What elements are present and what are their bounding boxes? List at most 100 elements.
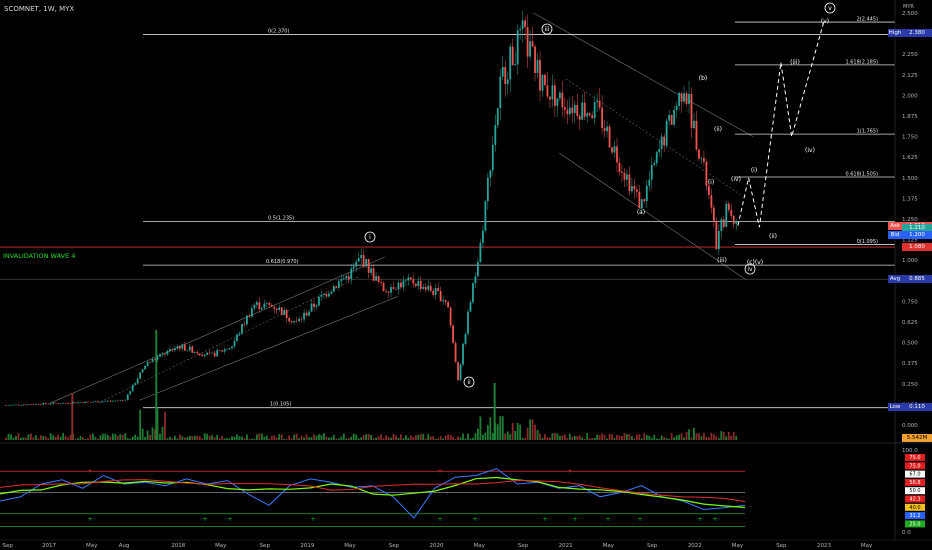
candle-body	[598, 100, 601, 108]
volume-bar	[578, 435, 581, 440]
candle-body	[206, 352, 209, 356]
volume-spike	[493, 383, 496, 440]
candle-body	[74, 402, 77, 404]
candle-body	[417, 281, 420, 287]
volume-bar	[171, 438, 174, 440]
candle-body	[54, 402, 57, 404]
candle-body	[5, 405, 7, 406]
volume-bar	[601, 433, 603, 440]
volume-bar	[730, 435, 733, 440]
volume-bar	[534, 424, 536, 440]
candle-body	[129, 391, 132, 395]
volume-bar	[52, 435, 55, 440]
candle-body	[62, 402, 65, 404]
volume-bar	[402, 438, 405, 440]
wave-label: (i)	[708, 179, 714, 186]
volume-bar	[449, 434, 452, 440]
volume-bar	[357, 438, 360, 440]
candle-body	[397, 282, 400, 290]
volume-bar	[437, 438, 440, 440]
volume-bar	[717, 438, 720, 440]
volume-bar	[265, 435, 268, 440]
candle-body	[387, 291, 390, 293]
volume-bar	[320, 434, 323, 440]
wave-label: (ii)	[769, 233, 777, 240]
candle-body	[325, 293, 328, 297]
volume-bar	[573, 435, 576, 440]
candle-body	[631, 186, 633, 192]
volume-bar	[685, 431, 688, 440]
projection-fib-label: 1.618(2.185)	[845, 59, 878, 65]
symbol-title: SCOMNET, 1W, MYX	[4, 5, 75, 13]
candle-body	[402, 280, 405, 288]
volume-bar	[496, 424, 499, 440]
candle-body	[231, 346, 233, 349]
volume-bar	[119, 434, 122, 440]
candle-body	[509, 46, 512, 80]
volume-bar	[695, 433, 698, 440]
candle-body	[442, 300, 445, 302]
volume-spike	[155, 330, 158, 440]
price-tick-label: 1.000	[902, 258, 918, 264]
volume-bar	[310, 437, 313, 440]
volume-bar	[571, 436, 574, 440]
volume-bar	[442, 438, 445, 440]
volume-bar	[355, 434, 358, 440]
candle-body	[10, 404, 12, 406]
candle-body	[380, 282, 382, 283]
candle-body	[285, 310, 288, 319]
candle-body	[298, 318, 300, 322]
volume-bar	[84, 438, 87, 440]
candle-body	[593, 102, 596, 119]
volume-bar	[491, 433, 494, 440]
time-tick-label: May	[473, 543, 485, 549]
price-tag-label: Ask	[888, 221, 902, 230]
volume-bar	[255, 434, 258, 440]
candle-body	[472, 283, 474, 303]
volume-bar	[15, 436, 17, 440]
volume-bar	[178, 434, 181, 440]
time-tick-label: Sep	[776, 543, 787, 549]
volume-bar	[305, 434, 308, 440]
candle-body	[293, 320, 296, 323]
volume-bar	[380, 434, 382, 440]
volume-bar	[372, 438, 375, 440]
volume-bar	[499, 416, 502, 440]
candle-body	[203, 355, 206, 357]
volume-bar	[568, 433, 571, 440]
candle-body	[680, 92, 683, 102]
volume-bar	[300, 435, 303, 440]
trend-channels	[48, 12, 754, 404]
time-tick-label: Sep	[518, 543, 529, 549]
volume-bar	[273, 435, 276, 440]
channel-midline	[100, 276, 360, 403]
candle-body	[385, 291, 387, 292]
time-tick-label: 2023	[817, 543, 831, 549]
channel-midline	[565, 78, 741, 195]
volume-bar	[387, 436, 390, 440]
candle-body	[414, 283, 417, 287]
volume-bar	[703, 432, 705, 440]
volume-bar	[549, 437, 551, 440]
volume-bar	[39, 435, 42, 440]
candle-body	[419, 281, 422, 289]
price-tag: 0.885	[902, 275, 932, 284]
volume-bar	[22, 437, 25, 440]
candle-body	[164, 353, 166, 355]
volume-bar	[49, 433, 52, 440]
candle-body	[27, 404, 30, 406]
price-chart[interactable]: 0(2.370) 0.5(1.235) 0.618(0.970) 1(0.105) 2(…	[0, 0, 932, 550]
projection-fib-label: 1(1.765)	[857, 129, 878, 135]
wave-projection-path	[737, 21, 825, 228]
candle-body	[524, 20, 527, 28]
candle-body	[69, 403, 72, 405]
volume-bar	[407, 437, 410, 440]
volume-bar	[330, 437, 333, 440]
price-tick-label: 1.500	[902, 176, 918, 182]
volume-bar	[285, 438, 288, 440]
volume-bar	[385, 435, 387, 440]
candle-body	[191, 346, 194, 353]
volume-bar	[529, 419, 531, 440]
rsi-cross-marker: +	[567, 468, 572, 475]
wave-label: iii	[544, 26, 549, 33]
